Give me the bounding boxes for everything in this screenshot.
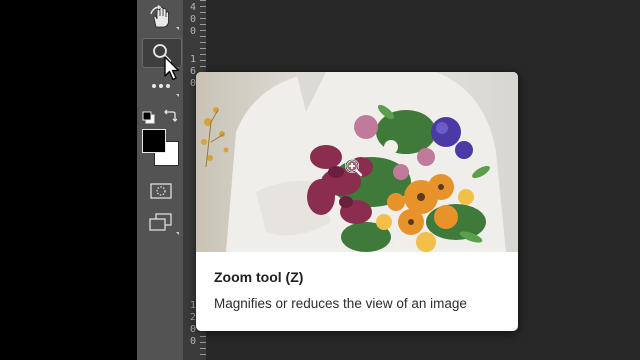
default-colors-icon bbox=[142, 109, 155, 128]
ellipsis-icon bbox=[150, 82, 172, 90]
quick-mask-icon bbox=[150, 183, 172, 199]
screen-mode-icon bbox=[149, 213, 173, 231]
tooltip-description: Magnifies or reduces the view of an imag… bbox=[214, 296, 467, 311]
default-colors-button[interactable] bbox=[142, 109, 155, 128]
left-background bbox=[0, 0, 137, 360]
tool-group-indicator bbox=[176, 232, 179, 235]
tool-group-indicator bbox=[176, 94, 179, 97]
rotate-view-tool[interactable] bbox=[142, 4, 180, 32]
swap-colors-button[interactable] bbox=[163, 108, 178, 127]
screen-mode-button[interactable] bbox=[142, 208, 180, 236]
more-tools-button[interactable] bbox=[142, 76, 180, 96]
foreground-color-swatch[interactable] bbox=[142, 129, 166, 153]
tool-tooltip: Zoom tool (Z) Magnifies or reduces the v… bbox=[196, 72, 518, 331]
quick-mask-button[interactable] bbox=[142, 177, 180, 205]
tooltip-preview-image bbox=[196, 72, 518, 252]
hand-rotate-icon bbox=[148, 5, 174, 31]
tooltip-title: Zoom tool (Z) bbox=[214, 269, 304, 285]
tool-group-indicator bbox=[176, 27, 179, 30]
ruler-label-top: 4 0 0 bbox=[189, 2, 197, 37]
swap-arrow-icon bbox=[163, 108, 178, 127]
